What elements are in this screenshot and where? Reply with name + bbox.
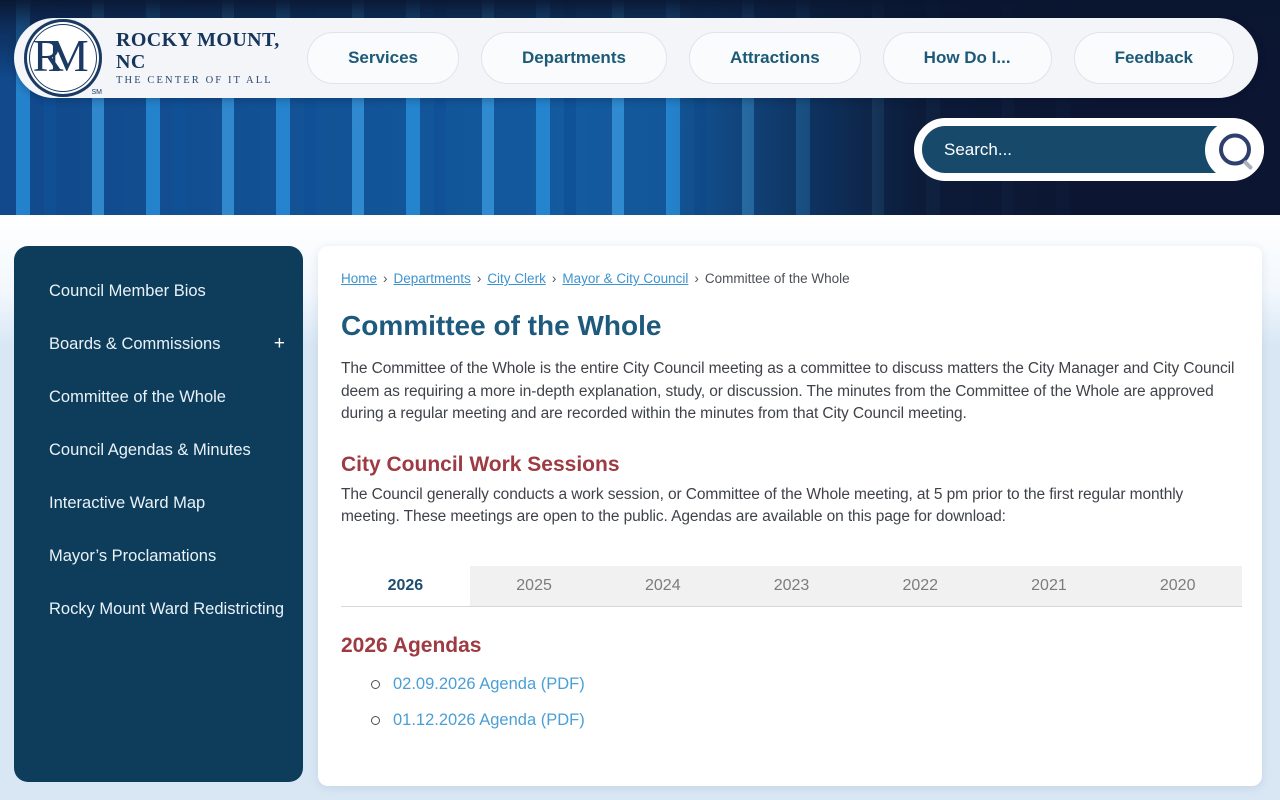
- search-button[interactable]: [1205, 120, 1264, 179]
- sidebar-item-label: Interactive Ward Map: [49, 494, 206, 512]
- brand-tagline: THE CENTER OF IT ALL: [116, 75, 273, 87]
- servicemark-label: SM: [91, 89, 103, 96]
- breadcrumb-link-mayor-city-council[interactable]: Mayor & City Council: [562, 271, 688, 286]
- sidebar-item-label: Council Member Bios: [49, 282, 206, 300]
- sidebar-item-boards-commissions[interactable]: Boards & Commissions +: [49, 331, 285, 357]
- breadcrumb-link-home[interactable]: Home: [341, 271, 377, 286]
- tab-2021[interactable]: 2021: [984, 565, 1114, 606]
- tab-2023[interactable]: 2023: [727, 565, 856, 606]
- intro-paragraph: The Committee of the Whole is the entire…: [341, 360, 1235, 422]
- nav-services-button[interactable]: Services: [307, 32, 460, 84]
- search-input[interactable]: [922, 126, 1174, 173]
- agenda-link-01-12-2026[interactable]: 01.12.2026 Agenda (PDF): [393, 711, 585, 730]
- page-title: Committee of the Whole: [341, 310, 662, 341]
- agenda-list-item: 02.09.2026 Agenda (PDF): [371, 675, 1242, 694]
- tab-2020[interactable]: 2020: [1113, 565, 1243, 606]
- breadcrumb-separator: ›: [551, 271, 557, 286]
- brand-text: ROCKY MOUNT, NC THE CENTER OF IT ALL: [116, 29, 307, 87]
- page-background: Council Member Bios Boards & Commissions…: [0, 215, 1280, 800]
- brand-name: ROCKY MOUNT, NC: [116, 29, 280, 74]
- content-card: Home › Departments › City Clerk › Mayor & City…: [318, 246, 1262, 786]
- work-sessions-heading: City Council Work Sessions: [341, 452, 620, 476]
- tab-2022[interactable]: 2022: [855, 565, 985, 606]
- agenda-list: 02.09.2026 Agenda (PDF) 01.12.2026 Agend…: [341, 675, 1242, 730]
- nav-feedback-button[interactable]: Feedback: [1073, 32, 1234, 84]
- hero-banner: RM SM ROCKY MOUNT, NC THE CENTER OF IT A…: [0, 0, 1280, 215]
- sidebar-item-label: Mayor’s Proclamations: [49, 547, 217, 565]
- breadcrumb: Home › Departments › City Clerk › Mayor & City…: [341, 271, 1242, 286]
- sidebar-item-ward-redistricting[interactable]: Rocky Mount Ward Redistricting: [49, 596, 285, 622]
- agenda-list-item: 01.12.2026 Agenda (PDF): [371, 711, 1242, 730]
- sidebar-item-label: Committee of the Whole: [49, 388, 226, 406]
- rm-logo-icon: RM SM: [24, 19, 102, 97]
- top-navigation-bar: RM SM ROCKY MOUNT, NC THE CENTER OF IT A…: [14, 18, 1258, 98]
- tab-2025[interactable]: 2025: [469, 565, 599, 606]
- agendas-heading: 2026 Agendas: [341, 633, 482, 657]
- breadcrumb-separator: ›: [694, 271, 699, 286]
- breadcrumb-link-departments[interactable]: Departments: [394, 271, 471, 286]
- tab-2024[interactable]: 2024: [598, 565, 728, 606]
- sidebar-item-committee-of-the-whole[interactable]: Committee of the Whole: [49, 384, 285, 410]
- nav-attractions-button[interactable]: Attractions: [688, 32, 861, 84]
- search-icon: [1218, 133, 1251, 166]
- sidebar-item-label: Council Agendas & Minutes: [49, 441, 251, 459]
- site-logo[interactable]: RM SM ROCKY MOUNT, NC THE CENTER OF IT A…: [24, 19, 307, 97]
- breadcrumb-current: Committee of the Whole: [704, 271, 850, 286]
- expand-plus-icon[interactable]: +: [274, 331, 285, 357]
- breadcrumb-separator: ›: [383, 271, 388, 286]
- sidebar-item-label: Boards & Commissions: [49, 335, 221, 353]
- sidebar-item-interactive-ward-map[interactable]: Interactive Ward Map: [49, 490, 285, 516]
- work-sessions-paragraph: The Council generally conducts a work se…: [341, 485, 1184, 526]
- agenda-link-02-09-2026[interactable]: 02.09.2026 Agenda (PDF): [393, 675, 585, 694]
- tab-2026[interactable]: 2026: [341, 565, 470, 606]
- site-search: [914, 118, 1264, 181]
- nav-departments-button[interactable]: Departments: [481, 32, 667, 84]
- sidebar-item-council-agendas-minutes[interactable]: Council Agendas & Minutes: [49, 437, 285, 463]
- sidebar-item-council-member-bios[interactable]: Council Member Bios: [49, 278, 285, 304]
- sidebar-nav: Council Member Bios Boards & Commissions…: [14, 246, 303, 782]
- sidebar-item-label: Rocky Mount Ward Redistricting: [49, 600, 285, 618]
- sidebar-item-mayors-proclamations[interactable]: Mayor’s Proclamations: [49, 543, 285, 569]
- list-bullet-icon: [371, 715, 380, 725]
- list-bullet-icon: [371, 679, 380, 689]
- breadcrumb-separator: ›: [476, 271, 482, 286]
- main-nav: Services Departments Attractions How Do …: [307, 32, 1234, 84]
- year-tabs: 2026 2025 2024 2023 2022 2021 2020: [341, 565, 1243, 607]
- rm-monogram: RM: [32, 30, 89, 82]
- nav-how-do-i-button[interactable]: How Do I...: [882, 32, 1052, 84]
- breadcrumb-link-city-clerk[interactable]: City Clerk: [487, 271, 546, 286]
